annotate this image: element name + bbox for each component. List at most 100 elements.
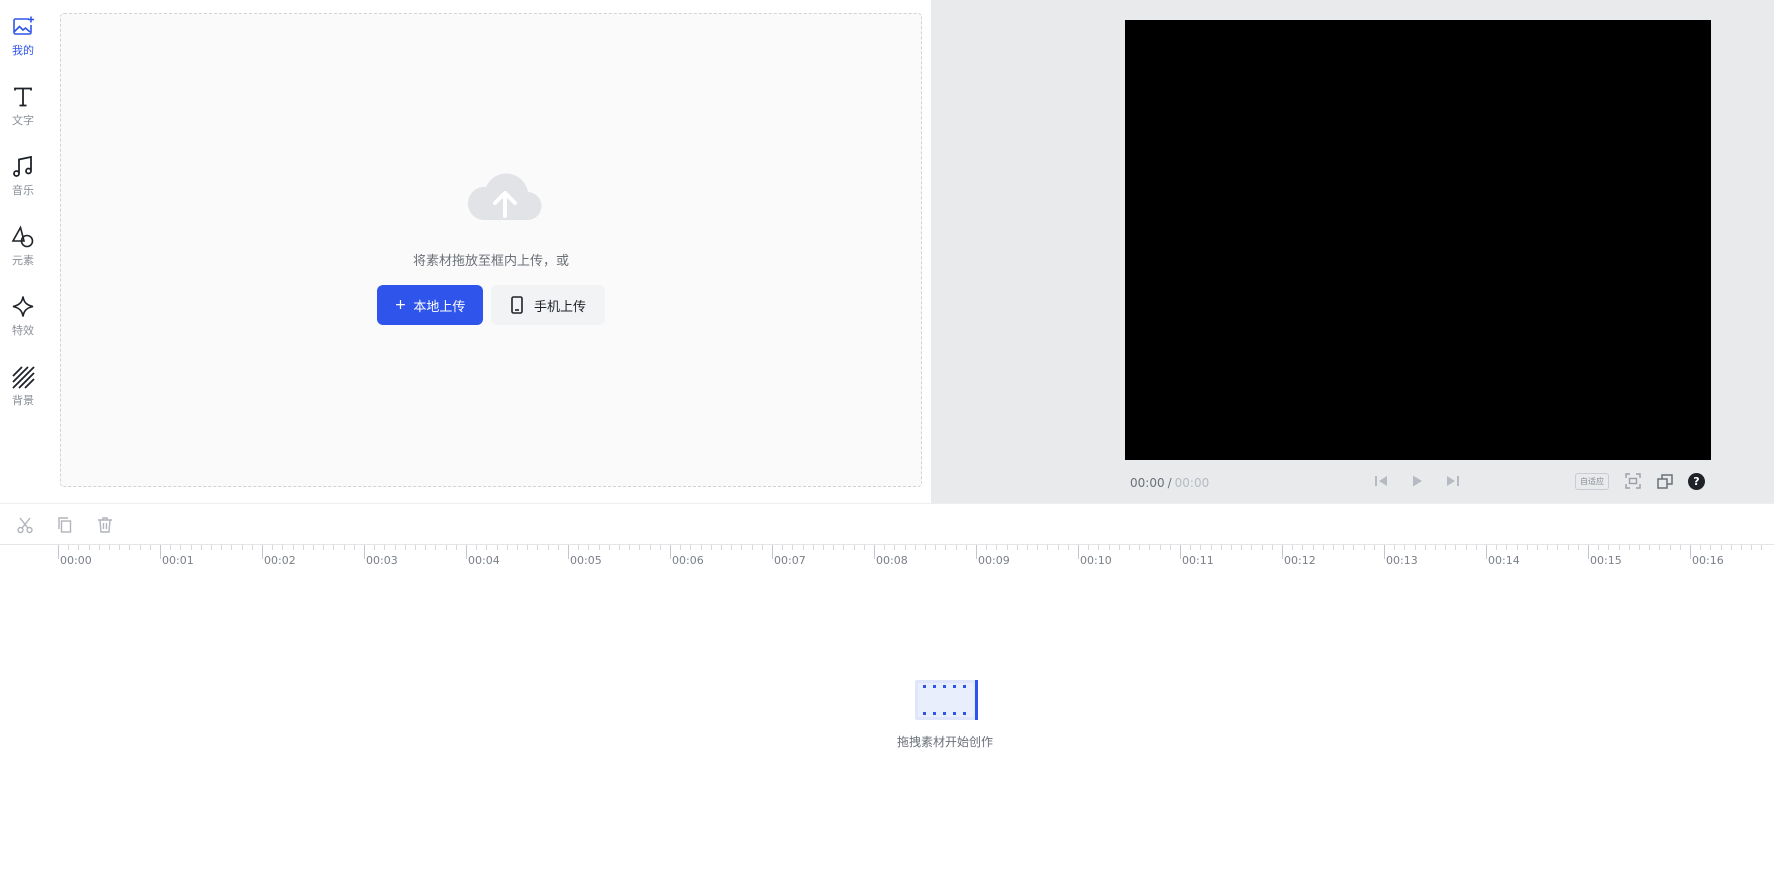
ruler-minor-tick (323, 545, 325, 550)
ruler-minor-tick (700, 545, 702, 550)
ruler-label: 00:04 (468, 554, 500, 567)
ruler-minor-tick (78, 545, 80, 550)
ruler-major-tick (976, 545, 977, 559)
ruler-minor-tick (986, 545, 988, 550)
ruler-minor-tick (1047, 545, 1049, 550)
material-panel: 将素材拖放至框内上传，或 + 本地上传 手机上传 (46, 0, 931, 503)
ruler-minor-tick (721, 545, 722, 550)
ruler-minor-tick (1506, 545, 1508, 550)
ruler-minor-tick (1608, 545, 1610, 550)
ruler-minor-tick (1598, 545, 1600, 550)
ruler-major-tick (58, 545, 59, 559)
ruler-minor-tick (812, 545, 814, 550)
ruler-minor-tick (1292, 545, 1294, 550)
video-editor-app: 我的 文字 音乐 元素 特效 背景 将素材拖放至框内上传，或 + 本地上传 手机… (0, 0, 1774, 874)
ruler-major-tick (262, 545, 263, 559)
ruler-minor-tick (1414, 545, 1416, 550)
local-upload-button[interactable]: + 本地上传 (377, 285, 483, 325)
ruler-major-tick (1384, 545, 1385, 559)
ruler-minor-tick (1373, 545, 1375, 550)
ruler-minor-tick (1455, 545, 1457, 550)
current-time: 00:00 (1130, 476, 1165, 490)
ruler-minor-tick (965, 545, 967, 550)
ruler-minor-tick (1700, 545, 1702, 550)
ruler-minor-tick (384, 545, 386, 550)
ruler-minor-tick (109, 545, 110, 550)
ruler-label: 00:12 (1284, 554, 1316, 567)
sidebar-item-effects[interactable]: 特效 (0, 294, 46, 354)
background-stripes-icon (10, 364, 36, 390)
ruler-minor-tick (710, 545, 712, 550)
time-separator: / (1167, 476, 1172, 490)
ruler-minor-tick (904, 545, 906, 550)
ruler-minor-tick (506, 545, 508, 550)
ruler-major-tick (670, 545, 671, 559)
ruler-minor-tick (1751, 545, 1753, 550)
sidebar-item-text[interactable]: 文字 (0, 84, 46, 144)
ruler-minor-tick (476, 545, 478, 550)
sidebar-item-label: 文字 (12, 114, 34, 127)
ruler-label: 00:01 (162, 554, 194, 567)
ruler-minor-tick (843, 545, 845, 550)
video-canvas[interactable] (1125, 20, 1711, 460)
shapes-icon (10, 224, 36, 250)
ruler-minor-tick (282, 545, 284, 550)
sparkle-icon (10, 294, 36, 320)
ruler-minor-tick (517, 545, 518, 550)
ruler-minor-tick (1669, 545, 1671, 550)
upload-drop-zone[interactable]: 将素材拖放至框内上传，或 + 本地上传 手机上传 (60, 13, 922, 487)
fit-screen-icon[interactable] (1623, 471, 1643, 491)
ruler-minor-tick (221, 545, 223, 550)
sidebar-item-label: 元素 (12, 254, 34, 267)
phone-icon (510, 296, 534, 314)
ruler-minor-tick (241, 545, 243, 550)
phone-upload-label: 手机上传 (533, 299, 586, 315)
ruler-major-tick (1282, 545, 1283, 559)
ruler-label: 00:16 (1692, 554, 1724, 567)
ruler-minor-tick (731, 545, 733, 550)
ruler-minor-tick (170, 545, 172, 550)
ruler-minor-tick (1710, 545, 1712, 550)
copy-icon[interactable] (55, 515, 75, 535)
ruler-minor-tick (486, 545, 488, 550)
ruler-minor-tick (537, 545, 539, 550)
ruler-minor-tick (761, 545, 763, 550)
ruler-minor-tick (313, 545, 314, 550)
ruler-minor-tick (1679, 545, 1681, 550)
play-icon[interactable] (1407, 471, 1427, 491)
ruler-minor-tick (1424, 545, 1426, 550)
ruler-minor-tick (1231, 545, 1232, 550)
upload-actions: + 本地上传 手机上传 (61, 285, 921, 325)
ruler-minor-tick (792, 545, 794, 550)
window-icon[interactable] (1655, 471, 1675, 491)
time-ruler[interactable]: 00:00 00:01 00:02 00:03 00:04 00:05 00:06 00:07… (0, 544, 1774, 570)
ruler-minor-tick (231, 545, 233, 550)
timeline: 00:00 00:01 00:02 00:03 00:04 00:05 00:06 00:07… (0, 503, 1774, 874)
sidebar-item-background[interactable]: 背景 (0, 364, 46, 424)
sidebar-item-label: 音乐 (12, 184, 34, 197)
sidebar-item-mine[interactable]: 我的 (0, 14, 46, 74)
help-icon[interactable]: ? (1688, 473, 1705, 490)
ruler-minor-tick (445, 545, 447, 550)
add-media-icon (10, 14, 36, 40)
ruler-minor-tick (996, 545, 998, 550)
ruler-minor-tick (1720, 545, 1722, 550)
ruler-minor-tick (1557, 545, 1559, 550)
ruler-label: 00:09 (978, 554, 1010, 567)
empty-track-placeholder: 拖拽素材开始创作 (880, 679, 1010, 759)
sidebar-item-elements[interactable]: 元素 (0, 224, 46, 284)
ruler-minor-tick (1516, 545, 1518, 550)
ruler-minor-tick (1333, 545, 1334, 550)
ruler-label: 00:08 (876, 554, 908, 567)
ruler-minor-tick (1761, 545, 1763, 550)
scissors-icon[interactable] (15, 515, 35, 535)
phone-upload-button[interactable]: 手机上传 (491, 285, 605, 325)
auto-fit-button[interactable]: 自适应 (1575, 473, 1609, 490)
ruler-label: 00:14 (1488, 554, 1520, 567)
skip-forward-icon[interactable] (1443, 471, 1463, 491)
trash-icon[interactable] (95, 515, 115, 535)
sidebar-item-music[interactable]: 音乐 (0, 154, 46, 214)
skip-back-icon[interactable] (1371, 471, 1391, 491)
ruler-minor-tick (1210, 545, 1212, 550)
ruler-major-tick (160, 545, 161, 559)
